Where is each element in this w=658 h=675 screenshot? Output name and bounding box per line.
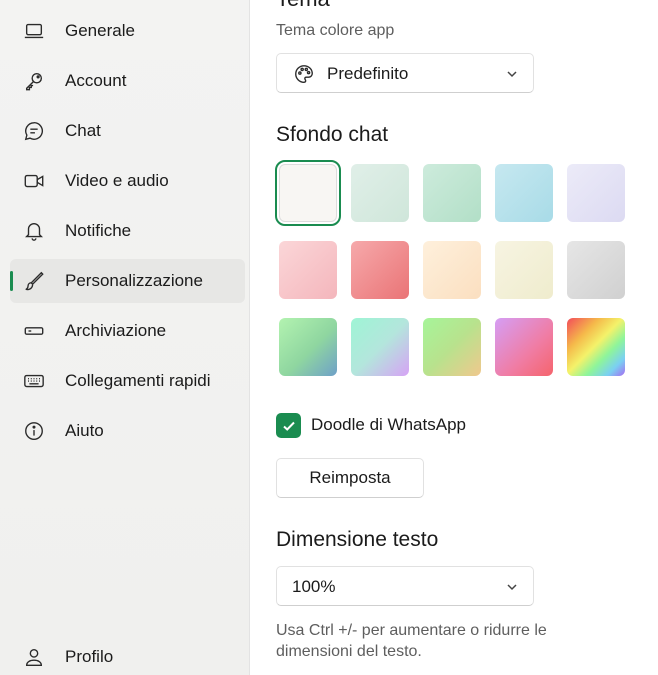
sidebar-item-label: Video e audio — [65, 171, 169, 190]
storage-drive-icon — [22, 319, 46, 343]
background-swatch-sky[interactable] — [495, 164, 553, 222]
text-size-title: Dimensione testo — [276, 528, 439, 551]
scrollbar[interactable] — [654, 0, 658, 675]
background-swatch-green-blue[interactable] — [279, 318, 337, 376]
sidebar-item-personalizzazione[interactable]: Personalizzazione — [10, 259, 245, 303]
background-swatch-coral[interactable] — [351, 241, 409, 299]
chevron-down-icon — [505, 67, 519, 81]
background-swatch-rainbow[interactable] — [567, 318, 625, 376]
info-icon — [22, 419, 46, 443]
background-swatch-pink-light[interactable] — [279, 241, 337, 299]
brush-icon — [22, 269, 46, 293]
theme-sublabel: Tema colore app — [276, 22, 395, 39]
chat-background-title: Sfondo chat — [276, 123, 389, 146]
sidebar-item-label: Personalizzazione — [65, 271, 203, 290]
reset-button[interactable]: Reimposta — [276, 458, 424, 498]
text-size-dropdown-value: 100% — [292, 577, 336, 596]
sidebar-item-aiuto[interactable]: Aiuto — [10, 409, 245, 453]
personalization-panel: Tema Tema colore app Predefinito Sfondo … — [251, 0, 658, 675]
sidebar-item-label: Notifiche — [65, 221, 132, 240]
sidebar-item-label: Chat — [65, 121, 101, 140]
chat-bubble-icon — [22, 119, 46, 143]
sidebar-item-label: Account — [65, 71, 127, 90]
theme-dropdown-value: Predefinito — [327, 64, 409, 83]
checkmark-icon — [282, 421, 295, 431]
background-swatch-green-yellow[interactable] — [423, 318, 481, 376]
background-swatch-grey[interactable] — [567, 241, 625, 299]
sidebar-item-profilo[interactable]: Profilo — [10, 635, 245, 675]
key-icon — [22, 69, 46, 93]
sidebar-item-label: Archiviazione — [65, 321, 167, 340]
background-swatch-purple-pink[interactable] — [495, 318, 553, 376]
sidebar-item-video-e-audio[interactable]: Video e audio — [10, 159, 245, 203]
sidebar-item-notifiche[interactable]: Notifiche — [10, 209, 245, 253]
laptop-icon — [22, 19, 46, 43]
bell-icon — [22, 219, 46, 243]
sidebar-item-label: Collegamenti rapidi — [65, 371, 211, 390]
doodle-label: Doodle di WhatsApp — [311, 415, 466, 434]
text-size-dropdown[interactable]: 100% — [276, 566, 534, 606]
background-swatch-lavender[interactable] — [567, 164, 625, 222]
sidebar-item-label: Profilo — [65, 647, 114, 666]
chevron-down-icon — [505, 580, 519, 594]
video-camera-icon — [22, 169, 46, 193]
sidebar-item-generale[interactable]: Generale — [10, 9, 245, 53]
doodle-checkbox[interactable] — [276, 413, 301, 438]
background-swatch-white[interactable] — [275, 160, 341, 226]
sidebar-item-account[interactable]: Account — [10, 59, 245, 103]
settings-sidebar: Generale Account Chat Video e audio Noti… — [0, 0, 250, 675]
text-size-hint: Usa Ctrl +/- per aumentare o ridurre le … — [276, 622, 547, 660]
background-swatch-mint[interactable] — [423, 164, 481, 222]
sidebar-item-collegamenti-rapidi[interactable]: Collegamenti rapidi — [10, 359, 245, 403]
theme-dropdown[interactable]: Predefinito — [276, 53, 534, 93]
background-swatch-mint-light[interactable] — [351, 164, 409, 222]
sidebar-item-chat[interactable]: Chat — [10, 109, 245, 153]
theme-section-title: Tema — [276, 0, 330, 12]
background-swatch-aqua-purple[interactable] — [351, 318, 409, 376]
sidebar-item-archiviazione[interactable]: Archiviazione — [10, 309, 245, 353]
palette-icon — [293, 63, 315, 85]
background-swatch-cream[interactable] — [495, 241, 553, 299]
background-swatch-peach[interactable] — [423, 241, 481, 299]
sidebar-item-label: Generale — [65, 21, 135, 40]
sidebar-item-label: Aiuto — [65, 421, 104, 440]
keyboard-icon — [22, 369, 46, 393]
person-icon — [22, 645, 46, 669]
